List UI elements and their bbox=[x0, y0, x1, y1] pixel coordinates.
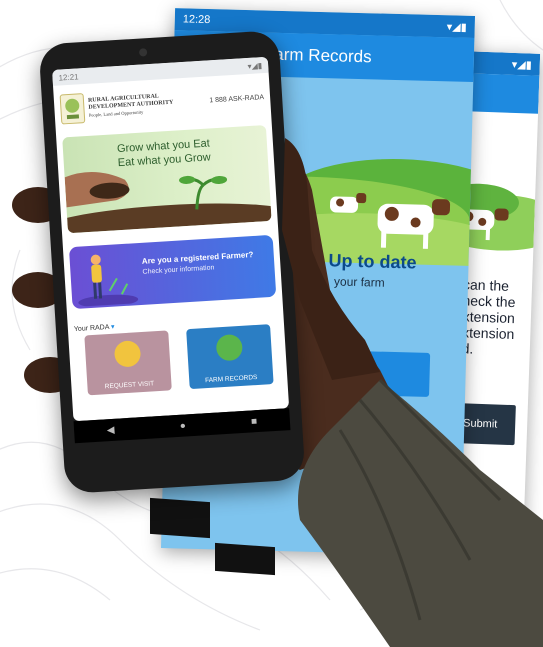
request-visit-tile[interactable]: REQUEST VISIT bbox=[84, 330, 172, 396]
hero-slogan: Grow what you Eat Eat what you Grow bbox=[117, 136, 211, 170]
rada-logo bbox=[59, 93, 86, 125]
status-time: 12:21 bbox=[58, 71, 79, 83]
recents-icon[interactable]: ■ bbox=[251, 416, 258, 427]
org-name: RURAL AGRICULTURAL DEVELOPMENT AUTHORITY… bbox=[88, 90, 210, 118]
registered-farmer-banner[interactable]: Are you a registered Farmer? Check your … bbox=[68, 234, 277, 310]
home-icon[interactable]: ● bbox=[179, 420, 186, 431]
register-subtitle: Check your information bbox=[142, 264, 215, 276]
signal-icon: ▾◢▮ bbox=[247, 60, 263, 71]
action-tiles: REQUEST VISIT FARM RECORDS bbox=[74, 324, 281, 396]
tile-label: FARM RECORDS bbox=[204, 374, 258, 385]
farmer-illustration bbox=[78, 254, 139, 307]
farmer-icon bbox=[113, 340, 142, 368]
register-title: Are you a registered Farmer? bbox=[141, 250, 254, 266]
hero-banner[interactable]: Grow what you Eat Eat what you Grow bbox=[62, 125, 272, 234]
phone-number[interactable]: 1 888 ASK-RADA bbox=[209, 94, 264, 104]
tile-label: REQUEST VISIT bbox=[104, 380, 155, 391]
farm-records-tile[interactable]: FARM RECORDS bbox=[186, 324, 274, 390]
back-icon[interactable]: ◀ bbox=[107, 424, 115, 435]
phone-screen: 12:21 ▾◢▮ RURAL AGRICULTURAL DEVELOPMENT… bbox=[52, 56, 290, 422]
records-icon bbox=[215, 333, 244, 362]
rada-label: Your RADA bbox=[73, 323, 110, 334]
chevron-down-icon: ▾ bbox=[110, 323, 115, 331]
smartphone: 12:21 ▾◢▮ RURAL AGRICULTURAL DEVELOPMENT… bbox=[38, 30, 306, 494]
camera-icon bbox=[138, 48, 148, 57]
